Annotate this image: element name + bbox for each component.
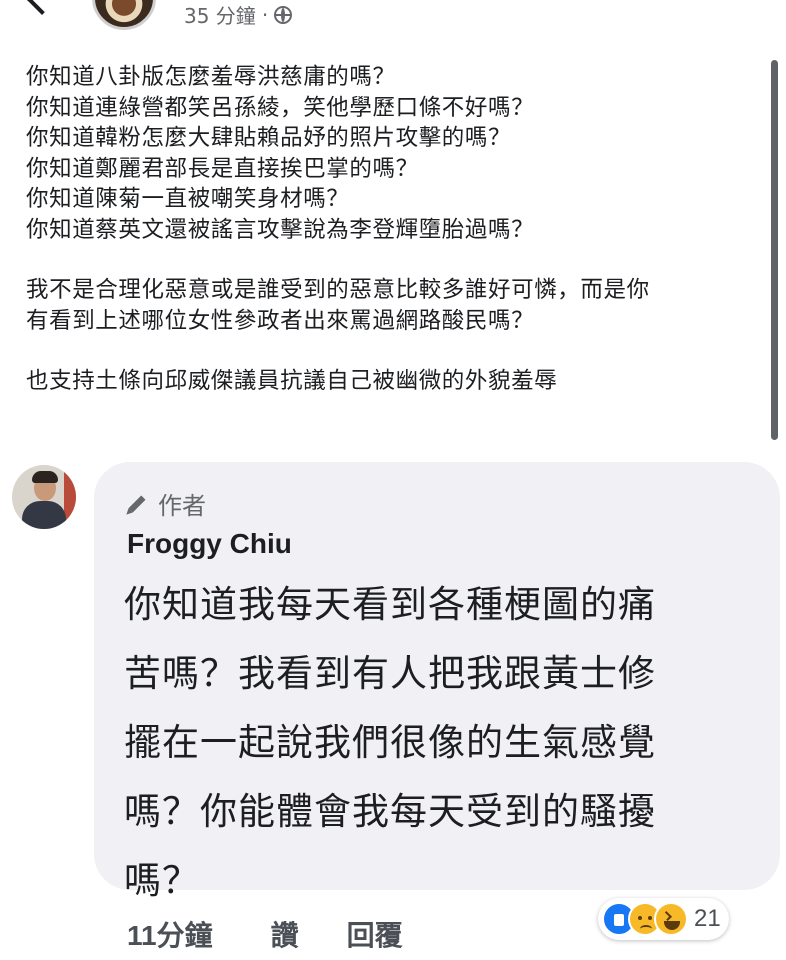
commenter-avatar[interactable] [12,465,76,529]
post-header: 35 分鐘 · [0,0,786,40]
meta-separator: · [261,2,269,27]
post-line: 你知道鄭麗君部長是直接挨巴掌的嗎？ [26,155,419,182]
post-line: 你知道蔡英文還被謠言攻擊說為李登輝墮胎過嗎？ [26,216,535,243]
like-button[interactable]: 讚 [271,914,299,954]
comment-line: 嗎？你能體會我每天受到的騷擾 [124,790,656,833]
author-badge-label: 作者 [158,492,206,520]
post-line: 我不是合理化惡意或是誰受到的惡意比較多誰好可憐，而是你 [26,277,650,303]
reaction-count: 21 [694,905,721,932]
comment-text: 你知道我每天看到各種梗圖的痛 苦嗎？我看到有人把我跟黃士修 擺在一起說我們很像的… [124,570,764,915]
pen-icon [128,495,146,512]
comment-timestamp[interactable]: 11分鐘 [127,914,213,954]
comment-line: 苦嗎？我看到有人把我跟黃士修 [124,652,656,695]
back-arrow-icon[interactable] [25,0,59,15]
post-line: 你知道連綠營都笑呂孫綾，笑他學歷口條不好嗎？ [26,94,535,121]
scrollbar[interactable] [771,60,778,440]
commenter-name[interactable]: Froggy Chiu [127,528,292,560]
post-meta: 35 分鐘 · [184,0,293,29]
page-avatar[interactable] [92,0,156,30]
globe-icon [274,5,293,24]
post-timestamp[interactable]: 35 分鐘 [184,0,256,29]
post-line: 你知道韓粉怎麼大肆貼賴品妤的照片攻擊的嗎？ [26,125,512,151]
comment-line: 擺在一起說我們很像的生氣感覺 [124,721,656,764]
post-line: 你知道八卦版怎麼羞辱洪慈庸的嗎？ [26,64,396,90]
reply-button[interactable]: 回覆 [347,914,403,954]
post-body: 你知道八卦版怎麼羞辱洪慈庸的嗎？ 你知道連綠營都笑呂孫綾，笑他學歷口條不好嗎？ … [26,62,766,397]
post-line: 也支持土條向邱威傑議員抗議自己被幽微的外貌羞辱 [26,368,558,394]
comment-line: 你知道我每天看到各種梗圖的痛 [124,583,656,626]
reaction-summary[interactable]: 21 [598,898,729,940]
author-badge: 作者 [128,486,206,521]
comment-actions: 11分鐘 讚 回覆 [127,914,403,954]
post-line: 有看到上述哪位女性參政者出來罵過網路酸民嗎？ [26,307,535,334]
post-line: 你知道陳菊一直被嘲笑身材嗎？ [26,186,350,212]
haha-icon [654,902,688,936]
